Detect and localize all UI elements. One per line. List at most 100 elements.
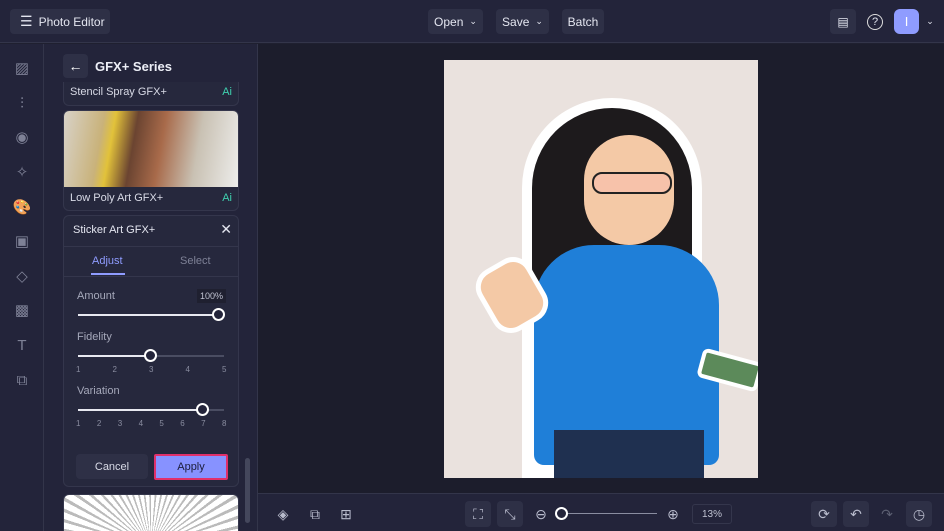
duplicate-icon: ⧉ xyxy=(310,505,320,522)
chevron-down-icon: ⌄ xyxy=(469,16,477,26)
tool-rail: ▨ ⫶ ◉ ✧ 🎨 ▣ ◇ ▩ T ⧉ xyxy=(0,44,44,531)
reset-button[interactable]: ⟳ xyxy=(811,501,837,527)
batch-label: Batch xyxy=(567,14,599,29)
bottom-toolbar: ◈ ⧉ ⊞ ⛶ ⤡ ⊖ ⊕ 13% ⟳ ↶ ↷ ◷ xyxy=(258,493,944,531)
ai-badge: Ai xyxy=(222,192,232,204)
avatar-initial: I xyxy=(904,14,909,29)
image-icon[interactable]: ▨ xyxy=(13,59,31,77)
tick-label: 2 xyxy=(112,365,117,374)
redo-icon: ↷ xyxy=(881,505,893,522)
tab-adjust[interactable]: Adjust xyxy=(92,255,123,267)
effect-card[interactable] xyxy=(63,494,239,531)
actual-size-button[interactable]: ⤡ xyxy=(497,501,523,527)
layers-icon: ◈ xyxy=(277,505,289,522)
history-button[interactable]: ◷ xyxy=(906,501,932,527)
refresh-icon: ⟳ xyxy=(818,505,830,522)
apply-label: Apply xyxy=(177,461,205,473)
panel-title: GFX+ Series xyxy=(95,59,172,74)
glasses xyxy=(592,172,672,194)
shrink-icon: ⤡ xyxy=(504,505,516,522)
amount-value[interactable]: 100% xyxy=(196,289,226,303)
app-title: Photo Editor xyxy=(38,14,105,29)
effect-label: Low Poly Art GFX+ xyxy=(70,192,164,204)
sticker-art-settings: Sticker Art GFX+ ✕ Adjust Select Amount … xyxy=(63,215,239,487)
palette-icon[interactable]: 🎨 xyxy=(13,198,32,216)
slider-knob[interactable] xyxy=(144,349,157,362)
sparkle-icon[interactable]: ✧ xyxy=(13,163,31,181)
tick-label: 5 xyxy=(159,419,164,428)
tick-label: 4 xyxy=(138,419,144,428)
comment-icon: ▤ xyxy=(837,14,849,29)
zoom-in-button[interactable]: ⊕ xyxy=(660,501,686,527)
more-button[interactable]: ⌄ xyxy=(924,15,936,27)
open-button[interactable]: Open ⌄ xyxy=(428,9,483,34)
undo-button[interactable]: ↶ xyxy=(843,501,869,527)
zoom-in-icon: ⊕ xyxy=(667,505,679,522)
slider-fill xyxy=(78,355,151,357)
avatar[interactable]: I xyxy=(894,9,919,34)
tick-label: 3 xyxy=(117,419,123,428)
cancel-label: Cancel xyxy=(94,460,130,473)
canvas-area xyxy=(258,44,944,493)
photo-canvas[interactable] xyxy=(444,60,758,478)
tick-label: 6 xyxy=(180,419,185,428)
comments-button[interactable]: ▤ xyxy=(830,9,856,34)
effect-label: Stencil Spray GFX+ xyxy=(70,86,167,98)
tick-label: 8 xyxy=(222,419,227,428)
help-icon: ? xyxy=(867,13,883,30)
tick-label: 7 xyxy=(201,419,206,428)
zoom-value[interactable]: 13% xyxy=(692,504,732,524)
save-button[interactable]: Save ⌄ xyxy=(496,9,549,34)
back-button[interactable]: ← xyxy=(63,54,88,78)
grid-icon: ⊞ xyxy=(340,505,352,522)
undo-icon: ↶ xyxy=(850,505,862,522)
text-icon[interactable]: T xyxy=(13,336,31,354)
panel-scrollbar[interactable] xyxy=(245,458,250,523)
save-label: Save xyxy=(502,14,530,29)
tick-label: 2 xyxy=(96,419,102,428)
cancel-button[interactable]: Cancel xyxy=(76,454,148,479)
tick-label: 1 xyxy=(76,365,81,374)
tick-label: 1 xyxy=(76,419,81,428)
tab-select[interactable]: Select xyxy=(180,255,211,267)
help-button[interactable]: ? xyxy=(862,9,888,34)
tick-label: 4 xyxy=(185,365,190,374)
effect-card[interactable]: Stencil Spray GFX+ Ai xyxy=(63,82,239,106)
overlay-icon[interactable]: ⧉ xyxy=(13,371,31,389)
tick-label: 3 xyxy=(149,365,154,374)
layers-button[interactable]: ◈ xyxy=(270,501,296,527)
texture-icon[interactable]: ▩ xyxy=(13,301,31,319)
redo-button[interactable]: ↷ xyxy=(874,501,900,527)
jeans xyxy=(554,430,704,478)
top-bar: ☰ Photo Editor Open ⌄ Save ⌄ Batch ▤ ? I ⌄ xyxy=(0,0,944,43)
fidelity-label: Fidelity xyxy=(77,331,112,343)
batch-button[interactable]: Batch xyxy=(562,9,604,34)
grid-button[interactable]: ⊞ xyxy=(333,501,359,527)
duplicate-button[interactable]: ⧉ xyxy=(302,501,328,527)
amount-label: Amount xyxy=(77,290,115,302)
close-icon[interactable]: ✕ xyxy=(220,221,232,238)
hamburger-icon: ☰ xyxy=(20,13,33,29)
tick-label: 5 xyxy=(222,365,227,374)
zoom-slider[interactable] xyxy=(560,513,657,514)
settings-title: Sticker Art GFX+ xyxy=(73,224,156,236)
zoom-out-icon: ⊖ xyxy=(535,505,547,522)
adjust-sliders-icon[interactable]: ⫶ xyxy=(13,94,31,112)
fit-screen-button[interactable]: ⛶ xyxy=(465,501,491,527)
variation-label: Variation xyxy=(77,385,120,397)
expand-icon: ⛶ xyxy=(473,505,483,522)
apply-button[interactable]: Apply xyxy=(154,454,228,480)
eye-icon[interactable]: ◉ xyxy=(13,128,31,146)
effects-panel: ← GFX+ Series Stencil Spray GFX+ Ai Low … xyxy=(44,44,258,531)
slider-knob[interactable] xyxy=(196,403,210,416)
menu-button[interactable]: ☰ Photo Editor xyxy=(10,9,110,34)
frame-icon[interactable]: ▣ xyxy=(13,232,31,250)
amount-slider-knob[interactable] xyxy=(212,308,225,321)
effect-thumbnail xyxy=(64,111,238,187)
effect-card[interactable]: Low Poly Art GFX+ Ai xyxy=(63,110,239,211)
shapes-icon[interactable]: ◇ xyxy=(13,267,31,285)
zoom-out-button[interactable]: ⊖ xyxy=(528,501,554,527)
zoom-slider-knob[interactable] xyxy=(554,507,568,520)
ai-badge: Ai xyxy=(222,86,232,98)
slider-fill xyxy=(78,409,204,411)
